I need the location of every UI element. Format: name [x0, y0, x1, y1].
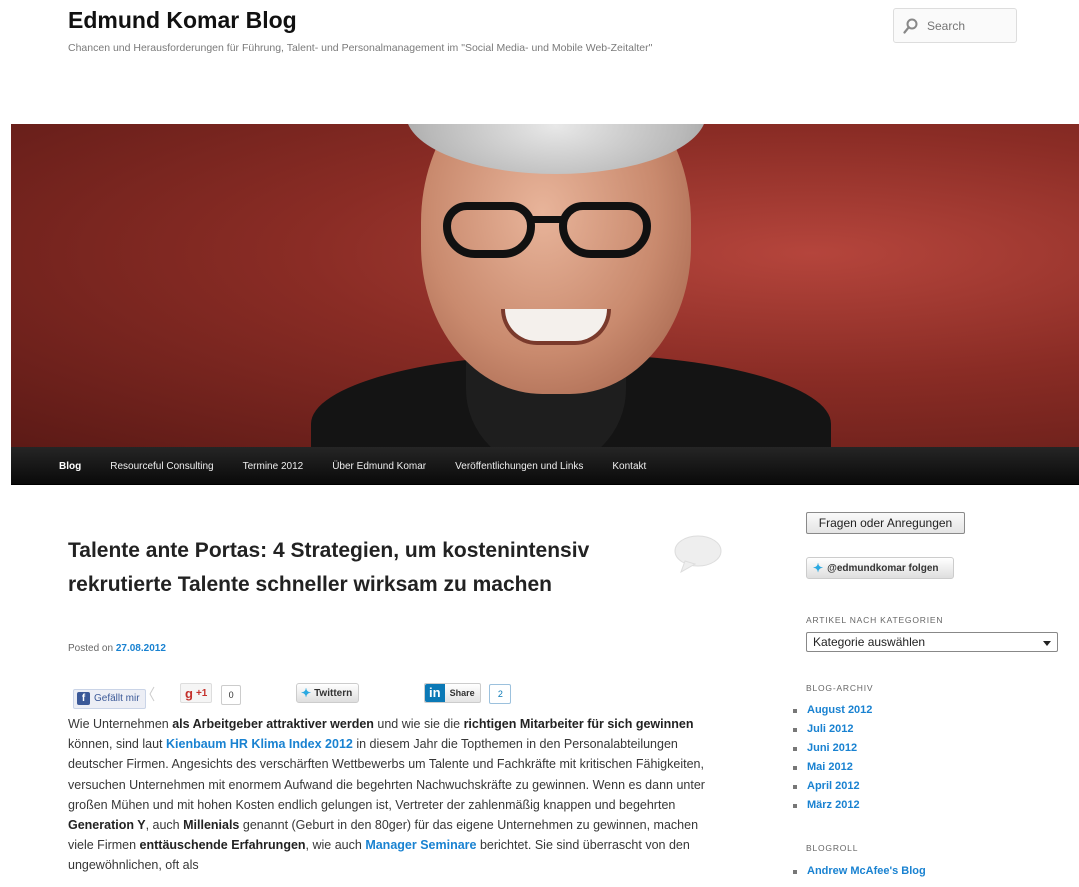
post-meta: Posted on 27.08.2012 [68, 643, 166, 654]
archive-item: Juli 2012 [792, 720, 872, 739]
twitter-follow-button[interactable]: ✦ @edmundkomar folgen [806, 557, 954, 579]
google-plus-count: 0 [221, 684, 242, 705]
linkedin-share-button[interactable]: in Share [424, 683, 481, 703]
google-plus-icon: g [185, 685, 193, 701]
post-body: Wie Unternehmen als Arbeitgeber attrakti… [68, 714, 718, 876]
archive-link[interactable]: Juni 2012 [807, 742, 857, 754]
comment-bubble-icon[interactable] [673, 534, 723, 574]
blogroll-item: Andrew McAfee's Blog [792, 862, 926, 881]
posted-on-label: Posted on [68, 643, 114, 654]
post-body-link[interactable]: Kienbaum HR Klima Index 2012 [166, 737, 353, 751]
archive-widget-title: BLOG-ARCHIV [806, 683, 874, 693]
google-plus-label: +1 [195, 687, 208, 699]
archive-item: Mai 2012 [792, 758, 872, 777]
twitter-tweet-button[interactable]: ✦ Twittern [296, 683, 360, 703]
nav-item-veroeffentlichungen[interactable]: Veröffentlichungen und Links [455, 461, 583, 472]
post-body-text: und wie sie die [373, 717, 464, 731]
nav-item-kontakt[interactable]: Kontakt [612, 461, 646, 472]
linkedin-icon: in [425, 684, 445, 702]
header-banner-image [11, 124, 1079, 447]
post-body-emphasis: Generation Y [68, 818, 146, 833]
search-input[interactable] [927, 18, 1012, 34]
facebook-count-tail-icon [149, 686, 155, 702]
post-body-text: können, sind laut [68, 737, 166, 752]
archive-link[interactable]: August 2012 [807, 704, 872, 716]
blogroll-link[interactable]: Andrew McAfee's Blog [807, 865, 926, 877]
chevron-down-icon [1043, 641, 1051, 646]
nav-item-termine-2012[interactable]: Termine 2012 [243, 461, 304, 472]
main-navigation: Blog Resourceful Consulting Termine 2012… [11, 447, 1079, 485]
linkedin-share[interactable]: in Share 2 [424, 683, 512, 705]
post-body-emphasis: richtigen Mitarbeiter für sich gewinnen [463, 717, 694, 731]
facebook-like[interactable]: f Gefällt mir [73, 683, 156, 709]
archive-link[interactable]: Juli 2012 [807, 723, 853, 735]
facebook-like-label: Gefällt mir [94, 693, 140, 704]
post-title[interactable]: Talente ante Portas: 4 Strategien, um ko… [68, 534, 608, 602]
blogroll-list: Andrew McAfee's Blog [792, 862, 926, 881]
archive-link[interactable]: März 2012 [807, 799, 860, 811]
search-icon [903, 18, 918, 34]
post-body-link[interactable]: Manager Seminare [365, 838, 476, 852]
archive-item: März 2012 [792, 796, 872, 815]
post-body-text: , wie auch [305, 838, 366, 853]
post-body-emphasis: Millenials [183, 818, 240, 833]
categories-widget-title: ARTIKEL NACH KATEGORIEN [806, 615, 944, 625]
archive-link[interactable]: April 2012 [807, 780, 860, 792]
google-plus-one[interactable]: g +1 0 [180, 683, 242, 705]
twitter-tweet-label: Twittern [314, 687, 353, 699]
archive-item: August 2012 [792, 701, 872, 720]
banner-glasses-left [443, 202, 535, 258]
blogroll-widget-title: BLOGROLL [806, 843, 859, 853]
post-body-text: , auch [145, 818, 184, 833]
post-body-emphasis: enttäuschende Erfahrungen [139, 838, 306, 853]
twitter-bird-icon: ✦ [813, 561, 824, 575]
nav-item-resourceful-consulting[interactable]: Resourceful Consulting [110, 461, 213, 472]
google-plus-button[interactable]: g +1 [180, 683, 213, 703]
archive-list: August 2012 Juli 2012 Juni 2012 Mai 2012 Apr… [792, 701, 872, 815]
search-box[interactable] [893, 8, 1017, 43]
feedback-button[interactable]: Fragen oder Anregungen [806, 512, 965, 534]
site-title[interactable]: Edmund Komar Blog [68, 7, 297, 34]
linkedin-count: 2 [489, 684, 512, 704]
facebook-like-button[interactable]: f Gefällt mir [73, 688, 146, 709]
banner-glasses-right [559, 202, 651, 258]
archive-item: April 2012 [792, 777, 872, 796]
twitter-tweet[interactable]: ✦ Twittern [296, 683, 360, 705]
archive-item: Juni 2012 [792, 739, 872, 758]
twitter-bird-icon: ✦ [301, 686, 312, 700]
twitter-follow-label: @edmundkomar folgen [827, 562, 939, 574]
archive-link[interactable]: Mai 2012 [807, 761, 853, 773]
banner-glasses-bridge [532, 216, 562, 223]
nav-item-ueber-edmund-komar[interactable]: Über Edmund Komar [332, 461, 426, 472]
post-body-emphasis: als Arbeitgeber attraktiver werden [172, 717, 374, 731]
facebook-icon: f [77, 692, 90, 705]
site-description: Chancen und Herausforderungen für Führun… [68, 42, 653, 54]
post-body-text: Wie Unternehmen [68, 717, 173, 731]
post-date-link[interactable]: 27.08.2012 [116, 643, 166, 654]
category-select-value: Kategorie auswählen [813, 635, 926, 649]
category-select[interactable]: Kategorie auswählen [806, 632, 1058, 652]
linkedin-share-label: Share [449, 688, 475, 698]
nav-item-blog[interactable]: Blog [59, 461, 81, 472]
